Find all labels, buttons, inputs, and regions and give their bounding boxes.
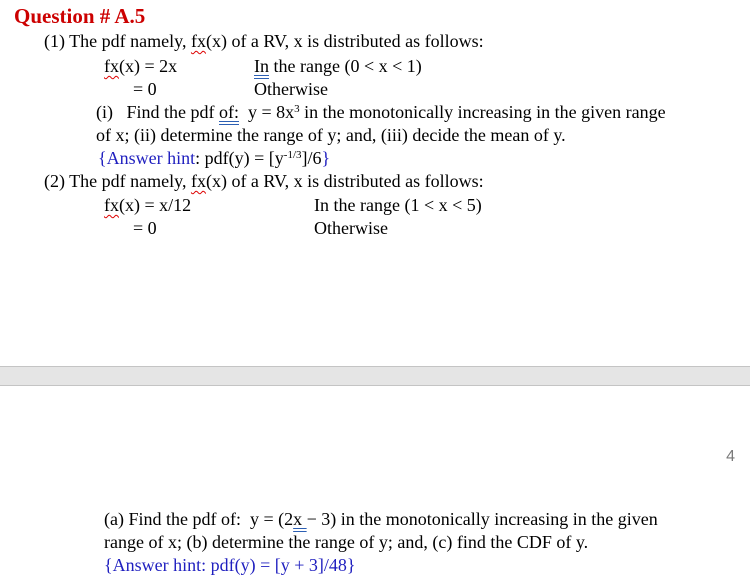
grammar-flag-word: In bbox=[254, 56, 269, 76]
grammar-flag-word: x bbox=[293, 509, 307, 529]
q2-task-line1: (a) Find the pdf of: y = (2x − 3) in the… bbox=[104, 509, 658, 529]
q2-case1-expr: fx(x) = x/12 bbox=[104, 195, 192, 215]
q2-case2-expr: = 0 bbox=[133, 218, 157, 238]
spellcheck-word: fx bbox=[104, 195, 119, 215]
q2-case2-range: Otherwise bbox=[314, 218, 388, 238]
q1-answer-hint: {Answer hint: pdf(y) = [y-1/3]/6} bbox=[98, 148, 331, 168]
page-number: 4 bbox=[726, 448, 735, 465]
question-title: Question # A.5 bbox=[14, 4, 146, 28]
q1-case1-expr: fx(x) = 2x bbox=[104, 56, 178, 76]
q1-intro: (1) The pdf namely, fx(x) of a RV, x is … bbox=[44, 31, 484, 51]
q2-case1-range: In the range (1 < x < 5) bbox=[314, 195, 482, 215]
q1-case2-expr: = 0 bbox=[133, 79, 157, 99]
spellcheck-word: fx bbox=[190, 31, 206, 51]
grammar-flag-word: of: bbox=[219, 102, 239, 122]
q1-case1-range: In the range (0 < x < 1) bbox=[254, 56, 422, 76]
spellcheck-word: fx bbox=[190, 171, 206, 191]
q2-intro: (2) The pdf namely, fx(x) of a RV, x is … bbox=[44, 171, 484, 191]
q1-task-line1: (i) Find the pdf of: y = 8x3 in the mono… bbox=[96, 102, 666, 122]
page-break-gap bbox=[0, 366, 750, 386]
spellcheck-word: fx bbox=[104, 56, 119, 76]
q1-case2-range: Otherwise bbox=[254, 79, 328, 99]
q2-answer-hint: {Answer hint: pdf(y) = [y + 3]/48} bbox=[104, 555, 356, 575]
q1-task-line2: of x; (ii) determine the range of y; and… bbox=[96, 125, 566, 145]
q2-task-line2: range of x; (b) determine the range of y… bbox=[104, 532, 589, 552]
